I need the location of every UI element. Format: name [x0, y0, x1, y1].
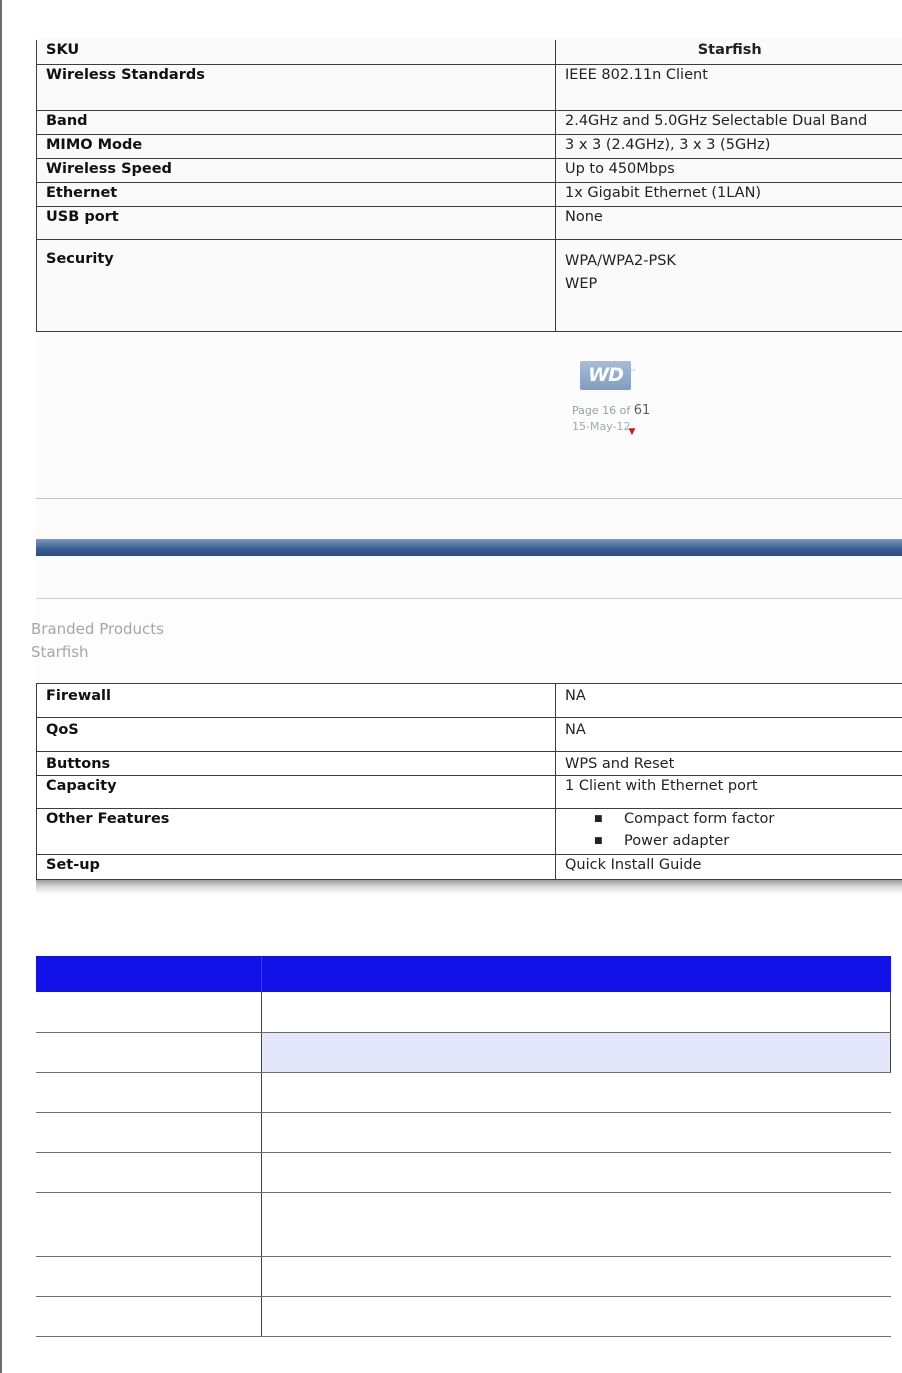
- spec-table-bottom: Firewall NA QoS NA Buttons WPS and Reset…: [36, 683, 902, 880]
- spec-value: Quick Install Guide: [555, 854, 902, 880]
- spec-value-list: Compact form factor Power adapter: [555, 808, 902, 855]
- grid-cell: [36, 1113, 262, 1152]
- table-row: Wireless Standards IEEE 802.11n Client: [36, 64, 902, 111]
- spec-label: Set-up: [36, 854, 556, 880]
- page-number: Page 16 of 61: [572, 403, 650, 418]
- empty-grid-table: [36, 956, 891, 1337]
- table-row: USB port None: [36, 206, 902, 240]
- spec-value: NA: [555, 717, 902, 752]
- table-row: QoS NA: [36, 717, 902, 752]
- grid-cell: [36, 1193, 262, 1256]
- sku-value: Starfish: [555, 40, 902, 65]
- grid-cell: [36, 1073, 262, 1112]
- page-header-band: [36, 539, 902, 557]
- security-option: WEP: [565, 275, 598, 292]
- spec-value: 1 Client with Ethernet port: [555, 775, 902, 809]
- grid-row: [36, 1257, 891, 1297]
- table-row: Ethernet 1x Gigabit Ethernet (1LAN): [36, 182, 902, 207]
- grid-cell: [36, 1153, 262, 1192]
- page-footer-area: [36, 331, 902, 498]
- spec-label: MIMO Mode: [36, 134, 556, 159]
- page-date-text: 15-May-12: [572, 420, 631, 433]
- spec-value: 3 x 3 (2.4GHz), 3 x 3 (5GHz): [555, 134, 902, 159]
- grid-row: [36, 1033, 891, 1073]
- page-gap-strip: [36, 498, 902, 540]
- list-item: Compact form factor: [594, 810, 895, 832]
- grid-row: [36, 992, 891, 1033]
- grid-header-cell: [262, 956, 891, 992]
- spec-table-top: SKU Starfish Wireless Standards IEEE 802…: [36, 40, 902, 332]
- grid-cell: [262, 1113, 891, 1152]
- table-row: Set-up Quick Install Guide: [36, 854, 902, 880]
- left-margin-rule: [0, 0, 2, 1373]
- grid-cell: [262, 1073, 891, 1112]
- product-name-heading: Starfish: [31, 643, 89, 661]
- screenshot-drop-shadow: [36, 880, 902, 894]
- table-row: Band 2.4GHz and 5.0GHz Selectable Dual B…: [36, 110, 902, 135]
- spec-label: QoS: [36, 717, 556, 752]
- spec-value: Up to 450Mbps: [555, 158, 902, 183]
- grid-row: [36, 1297, 891, 1337]
- grid-cell: [36, 1297, 262, 1336]
- spec-label: Ethernet: [36, 182, 556, 207]
- spec-label: Security: [36, 239, 556, 332]
- spec-value: IEEE 802.11n Client: [555, 64, 902, 111]
- security-option: WPA/WPA2-PSK: [565, 252, 676, 269]
- spec-value: None: [555, 206, 902, 240]
- table-row: Other Features Compact form factor Power…: [36, 808, 902, 855]
- page-date: 15-May-12▼: [572, 420, 637, 437]
- table-header-row: SKU Starfish: [36, 40, 902, 65]
- spec-label: USB port: [36, 206, 556, 240]
- table-row: Buttons WPS and Reset: [36, 751, 902, 776]
- spec-value: 1x Gigabit Ethernet (1LAN): [555, 182, 902, 207]
- grid-cell: [36, 1257, 262, 1296]
- spec-value: WPS and Reset: [555, 751, 902, 776]
- grid-row: [36, 1113, 891, 1153]
- spec-label: Firewall: [36, 683, 556, 718]
- branded-header-area: [36, 599, 902, 683]
- marker-icon: ▼: [628, 427, 636, 437]
- grid-cell: [262, 992, 891, 1032]
- spec-label: Band: [36, 110, 556, 135]
- spec-value: NA: [555, 683, 902, 718]
- grid-cell: [36, 992, 262, 1032]
- wd-logo-text: WD: [588, 364, 624, 386]
- sku-label: SKU: [36, 40, 556, 65]
- spec-label: Other Features: [36, 808, 556, 855]
- page-number-prefix: Page 16 of: [572, 404, 631, 417]
- grid-header-row: [36, 956, 891, 992]
- grid-cell: [36, 1033, 262, 1072]
- grid-cell: [262, 1297, 891, 1336]
- spec-label: Wireless Speed: [36, 158, 556, 183]
- page-total: 61: [633, 403, 651, 418]
- list-item: Power adapter: [594, 832, 895, 854]
- spec-label: Wireless Standards: [36, 64, 556, 111]
- grid-row: [36, 1153, 891, 1193]
- spec-value: 2.4GHz and 5.0GHz Selectable Dual Band: [555, 110, 902, 135]
- table-row: Wireless Speed Up to 450Mbps: [36, 158, 902, 183]
- grid-row: [36, 1193, 891, 1257]
- spec-label: Buttons: [36, 751, 556, 776]
- page-header-strip: [36, 556, 902, 599]
- spec-value-multiline: WPA/WPA2-PSK WEP: [555, 239, 902, 332]
- grid-cell: [262, 1193, 891, 1256]
- table-row: Capacity 1 Client with Ethernet port: [36, 775, 902, 809]
- table-row: Firewall NA: [36, 683, 902, 718]
- branded-products-heading: Branded Products: [31, 620, 164, 638]
- grid-cell: [262, 1033, 891, 1072]
- table-row: MIMO Mode 3 x 3 (2.4GHz), 3 x 3 (5GHz): [36, 134, 902, 159]
- spec-label: Capacity: [36, 775, 556, 809]
- grid-cell: [262, 1153, 891, 1192]
- grid-row: [36, 1073, 891, 1113]
- wd-logo: WD ™: [580, 361, 636, 390]
- features-list: Compact form factor Power adapter: [565, 810, 895, 854]
- grid-cell: [262, 1257, 891, 1296]
- wd-trademark: ™: [630, 369, 636, 376]
- table-row: Security WPA/WPA2-PSK WEP: [36, 239, 902, 332]
- grid-header-cell: [36, 956, 262, 992]
